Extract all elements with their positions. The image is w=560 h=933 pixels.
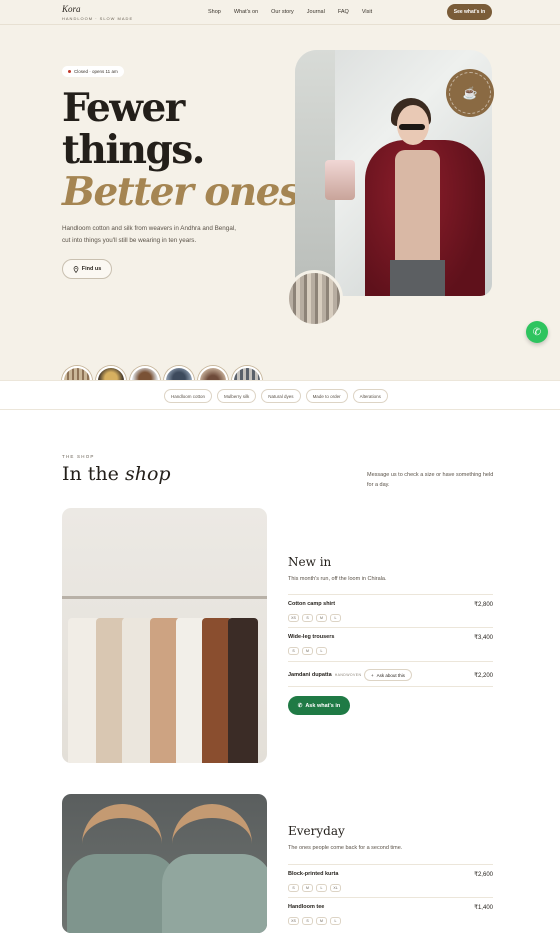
chip-alterations: Alterations [352,389,388,403]
see-whats-in-button[interactable]: See what's in [447,4,492,20]
product-name: Block-printed kurta [288,871,339,877]
product-name-text: Jamdani dupatta [288,672,332,678]
whatsapp-icon: ✆ [297,702,303,709]
find-us-label: Find us [81,266,102,272]
size-option[interactable]: S [288,647,299,655]
size-option[interactable]: L [316,884,327,892]
nav-link-shop[interactable]: Shop [208,9,221,15]
product-price: ₹1,400 [474,905,493,911]
nav-link-journal[interactable]: Journal [307,9,325,15]
ask-about-this-label: Ask about this [376,672,405,678]
size-option[interactable]: M [316,614,327,622]
everyday-title: Everyday [288,824,345,838]
headline-line-1: Fewer [62,85,185,131]
shop-eyebrow: THE SHOP [62,454,95,459]
plus-icon: + [371,672,374,678]
ask-about-this-button[interactable]: + Ask about this [364,669,412,681]
shop-title-plain: In the [62,463,119,485]
everyday-photo [62,794,267,933]
size-option[interactable]: S [302,614,313,622]
new-in-title: New in [288,555,332,569]
size-option[interactable]: S [302,917,313,925]
product-row[interactable]: Block-printed kurta ₹2,600 S M L XL [288,864,493,898]
whatsapp-icon: ✆ [532,326,542,338]
feature-chips-bar: Handloom cotton Mulberry silk Natural dy… [0,380,560,410]
product-price: ₹2,200 [474,673,493,679]
badge-ring [449,72,491,114]
product-row[interactable]: Handloom tee ₹1,400 XS S M L [288,897,493,931]
size-option[interactable]: M [302,647,313,655]
nav-link-our-story[interactable]: Our story [271,9,294,15]
brand-logo[interactable]: Kora HANDLOOM · SLOW MADE [62,4,133,21]
status-badge: Closed · opens 11 am [62,66,124,77]
size-option[interactable]: S [288,884,299,892]
product-name: Handloom tee [288,904,325,910]
size-option[interactable]: M [316,917,327,925]
photo-shopping-bag [325,160,355,200]
product-name: Cotton camp shirt [288,601,336,607]
shop-title-italic: shop [124,463,171,485]
size-options: XS S M L [288,917,341,925]
feature-chips: Handloom cotton Mulberry silk Natural dy… [164,389,388,403]
size-options: S M L [288,647,327,655]
size-option[interactable]: M [302,884,313,892]
product-row[interactable]: Cotton camp shirt ₹2,800 XS S M L [288,594,493,628]
hero-section: Closed · opens 11 am Fewer things. Bette… [0,25,560,396]
tee-1 [67,854,177,933]
size-option[interactable]: L [330,614,341,622]
product-row[interactable]: Wide-leg trousers ₹3,400 S M L [288,627,493,661]
photo-skirt [390,260,445,296]
everyday-subtitle: The ones people come back for a second t… [288,845,403,851]
hero-subtext: Handloom cotton and silk from weavers in… [62,225,236,244]
handwoven-tag: HANDWOVEN [334,673,362,677]
size-options: S M L XL [288,884,341,892]
tee-2 [162,854,267,933]
size-option[interactable]: XS [288,917,299,925]
shop-note: Message us to check a size or have somet… [367,472,494,488]
headline-accent: Better ones. [62,169,313,215]
headline-line-2: things. [62,127,205,173]
nav-link-faq[interactable]: FAQ [338,9,349,15]
chip-handloom-cotton: Handloom cotton [164,389,213,403]
whatsapp-fab[interactable]: ✆ [526,321,548,343]
status-text: Closed · opens 11 am [74,69,118,74]
clothes-rail [62,596,267,599]
size-option[interactable]: XS [288,614,299,622]
product-price: ₹2,600 [474,872,493,878]
product-price: ₹2,800 [474,602,493,608]
chip-mulberry-silk: Mulberry silk [217,389,257,403]
size-option[interactable]: XL [330,884,341,892]
hero-headline: Fewer things. Better ones. [62,85,313,215]
size-option[interactable]: L [316,647,327,655]
chip-made-to-order: Made to order [305,389,348,403]
chip-natural-dyes: Natural dyes [261,389,301,403]
product-name: Jamdani dupatta HANDWOVEN [288,672,361,678]
size-option[interactable]: L [330,917,341,925]
nav-link-whats-on[interactable]: What's on [234,9,258,15]
brand-tagline: HANDLOOM · SLOW MADE [62,16,134,21]
new-in-subtitle: This month's run, off the loom in Chiral… [288,576,387,582]
find-us-button[interactable]: Find us [62,259,112,279]
ask-whats-in-label: Ask what's in [305,702,341,709]
brand-name: Kora [62,4,81,14]
status-dot-icon [68,70,71,73]
nav-links: Shop What's on Our story Journal FAQ Vis… [208,9,372,15]
garment-7 [228,618,258,763]
new-in-photo [62,508,267,763]
top-nav: Kora HANDLOOM · SLOW MADE Shop What's on… [0,0,560,25]
photo-sweater [395,150,440,270]
location-pin-icon [73,265,79,273]
size-options: XS S M L [288,614,341,622]
shop-title: In the shop [62,463,171,485]
product-name: Wide-leg trousers [288,634,335,640]
ask-whats-in-button[interactable]: ✆ Ask what's in [288,696,350,715]
photo-sunglasses [399,124,425,130]
nav-link-visit[interactable]: Visit [362,9,372,15]
inset-photo [286,270,343,327]
woven-in-india-badge: ☕ [446,69,494,117]
product-price: ₹3,400 [474,635,493,641]
